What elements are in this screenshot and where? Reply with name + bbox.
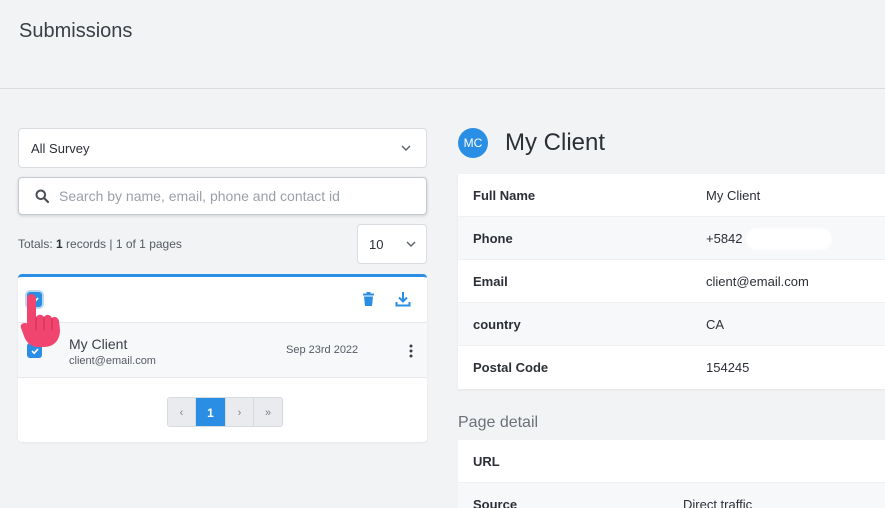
search-icon xyxy=(35,189,49,203)
pagination: ‹ 1 › » xyxy=(167,397,283,427)
search-box[interactable] xyxy=(18,177,427,215)
totals-prefix: Totals: xyxy=(18,237,57,251)
detail-label: URL xyxy=(473,453,500,469)
chevron-down-icon xyxy=(401,145,411,151)
row-submission-date: Sep 23rd 2022 xyxy=(286,344,359,356)
search-input[interactable] xyxy=(59,188,419,204)
page-title: Submissions xyxy=(19,20,133,42)
pagination-prev[interactable]: ‹ xyxy=(168,398,196,426)
detail-value: CA xyxy=(706,316,725,332)
pointing-hand-icon xyxy=(20,294,61,347)
detail-value: +5842 xyxy=(706,230,743,246)
avatar: MC xyxy=(458,128,488,158)
kebab-menu-icon[interactable] xyxy=(408,344,414,358)
detail-row-phone: Phone +5842 xyxy=(458,217,885,260)
detail-label: Phone xyxy=(473,230,513,246)
submissions-list: My Client client@email.com Sep 23rd 2022… xyxy=(18,274,427,442)
pagination-last[interactable]: » xyxy=(254,398,282,426)
page-detail-table: URL Source Direct traffic xyxy=(458,440,885,508)
detail-label: country xyxy=(473,316,521,332)
totals-suffix: records | 1 of 1 pages xyxy=(62,237,182,251)
detail-row-email: Email client@email.com xyxy=(458,260,885,303)
row-client-name: My Client xyxy=(69,336,128,352)
pagination-page-1[interactable]: 1 xyxy=(196,398,226,426)
detail-label: Postal Code xyxy=(473,360,549,375)
survey-select[interactable]: All Survey xyxy=(18,128,427,168)
totals-text: Totals: 1 records | 1 of 1 pages xyxy=(18,237,182,251)
chevron-down-icon xyxy=(406,241,416,247)
detail-value: 154245 xyxy=(706,360,750,375)
list-item[interactable]: My Client client@email.com Sep 23rd 2022 xyxy=(18,323,427,378)
detail-row-postal-code: Postal Code 154245 xyxy=(458,346,885,389)
pagination-next[interactable]: › xyxy=(226,398,254,426)
detail-row-url: URL xyxy=(458,440,885,483)
row-client-email: client@email.com xyxy=(69,355,156,367)
client-name: My Client xyxy=(505,129,606,156)
page-header: Submissions xyxy=(0,0,885,89)
list-toolbar xyxy=(18,277,427,323)
detail-label: Full Name xyxy=(473,187,536,203)
redaction-blur xyxy=(746,228,832,250)
download-icon[interactable] xyxy=(395,291,411,307)
detail-value: My Client xyxy=(706,187,761,203)
client-header: MC My Client xyxy=(458,128,605,158)
trash-icon[interactable] xyxy=(362,292,375,307)
detail-value: client@email.com xyxy=(706,273,809,289)
page-detail-heading: Page detail xyxy=(458,414,539,431)
detail-row-full-name: Full Name My Client xyxy=(458,174,885,217)
client-details-table: Full Name My Client Phone +5842 Email cl… xyxy=(458,174,885,389)
detail-row-source: Source Direct traffic xyxy=(458,483,885,508)
survey-select-value: All Survey xyxy=(31,140,90,156)
per-page-select[interactable]: 10 xyxy=(357,224,427,264)
detail-row-country: country CA xyxy=(458,303,885,346)
detail-label: Email xyxy=(473,273,508,289)
per-page-value: 10 xyxy=(369,236,384,252)
detail-label: Source xyxy=(473,497,518,508)
detail-value: Direct traffic xyxy=(683,497,753,508)
totals-count: 1 xyxy=(56,237,63,251)
